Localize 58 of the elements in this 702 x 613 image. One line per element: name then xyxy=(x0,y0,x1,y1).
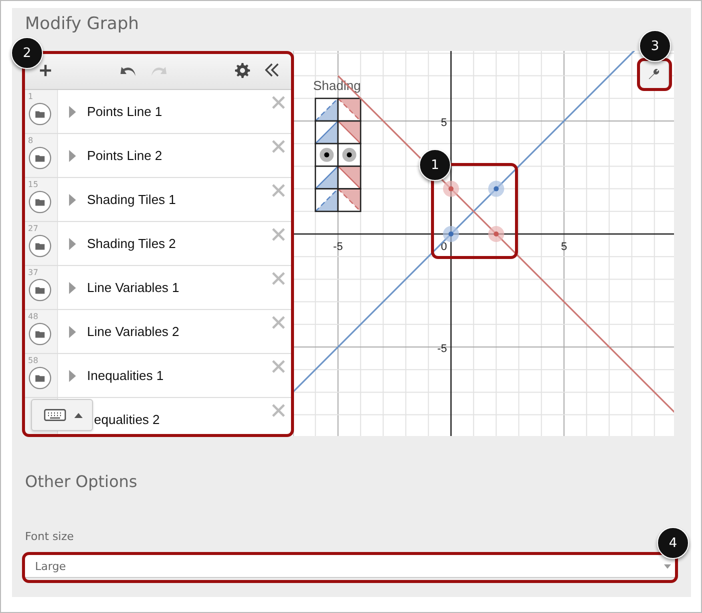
expression-row[interactable]: 15 Shading Tiles 1 xyxy=(23,178,293,222)
row-number: 8 xyxy=(28,136,34,145)
caret-icon xyxy=(74,412,83,418)
section-title: Modify Graph xyxy=(24,13,140,36)
field-label: Font size xyxy=(25,530,74,543)
expand-triangle-icon[interactable] xyxy=(69,370,76,382)
folder-icon[interactable] xyxy=(28,234,52,258)
keyboard-icon xyxy=(44,409,66,421)
axis-tick-label: 5 xyxy=(440,117,447,129)
expression-row[interactable]: 58 Inequalities 1 xyxy=(23,354,293,398)
row-number: 27 xyxy=(28,224,38,233)
folder-icon[interactable] xyxy=(28,278,52,302)
graph-point[interactable] xyxy=(488,180,504,197)
axis-tick-label: -5 xyxy=(332,241,342,253)
expression-row[interactable]: 48 Line Variables 2 xyxy=(23,310,293,354)
axis-tick-label: -5 xyxy=(436,343,447,355)
settings-icon[interactable] xyxy=(235,63,250,78)
section-title: Other Options xyxy=(25,472,138,491)
keyboard-toggle-button[interactable] xyxy=(31,399,93,431)
expand-triangle-icon[interactable] xyxy=(69,150,76,162)
row-number: 37 xyxy=(28,268,38,277)
font-size-dropdown[interactable]: Large xyxy=(24,554,676,578)
folder-icon[interactable] xyxy=(28,146,52,170)
expression-row[interactable]: 37 Line Variables 1 xyxy=(23,266,293,310)
folder-icon[interactable] xyxy=(28,322,52,346)
wrench-icon xyxy=(648,68,660,80)
expression-row[interactable]: 1 Points Line 1 xyxy=(23,90,293,134)
undo-icon[interactable] xyxy=(120,65,137,77)
folder-name: Inequalities 1 xyxy=(87,368,164,383)
dropdown-arrow-icon xyxy=(664,564,671,568)
folder-icon[interactable] xyxy=(28,102,52,126)
expression-row[interactable]: 8 Points Line 2 xyxy=(23,134,293,178)
graph-point[interactable] xyxy=(442,226,459,242)
expand-triangle-icon[interactable] xyxy=(69,194,76,206)
folder-name: Shading Tiles 1 xyxy=(87,192,176,207)
folder-name: Points Line 2 xyxy=(87,148,162,163)
folder-icon[interactable] xyxy=(28,366,52,390)
axis-tick-label: 0 xyxy=(440,241,447,253)
graph-point[interactable] xyxy=(442,180,459,197)
expression-row[interactable]: 27 Shading Tiles 2 xyxy=(23,222,293,266)
row-number: 48 xyxy=(28,312,38,321)
folder-name: Shading Tiles 2 xyxy=(87,236,176,251)
expand-triangle-icon[interactable] xyxy=(69,106,76,118)
folder-name: Line Variables 1 xyxy=(87,280,180,295)
expand-triangle-icon[interactable] xyxy=(69,326,76,338)
axis-tick-label: 5 xyxy=(560,241,567,253)
graph-point[interactable] xyxy=(488,226,504,242)
row-number: 58 xyxy=(28,356,38,365)
folder-name: equalities 2 xyxy=(94,412,160,427)
add-icon[interactable] xyxy=(39,64,52,77)
row-number: 1 xyxy=(28,92,34,101)
folder-name: Points Line 1 xyxy=(87,104,162,119)
folder-name: Line Variables 2 xyxy=(87,324,180,339)
expand-triangle-icon[interactable] xyxy=(69,282,76,294)
folder-icon[interactable] xyxy=(28,190,52,214)
row-number: 15 xyxy=(28,180,38,189)
collapse-icon[interactable] xyxy=(265,63,279,77)
expand-triangle-icon[interactable] xyxy=(69,238,76,250)
